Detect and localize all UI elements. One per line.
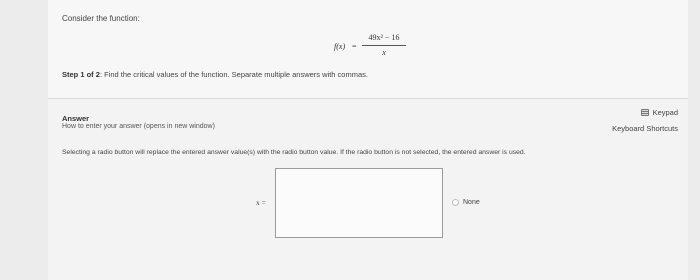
formula-equals: = (352, 42, 357, 51)
answer-label: Answer (62, 114, 90, 123)
keypad-label: Keypad (652, 108, 678, 117)
formula-numerator: 49x² − 16 (368, 33, 400, 42)
step-text: : Find the critical values of the functi… (99, 70, 368, 79)
question-card: Consider the function: f(x) = 49x² − 16 … (48, 0, 688, 99)
answer-input[interactable] (275, 168, 443, 238)
variable-label: x = (256, 198, 266, 207)
radio-notice: Selecting a radio button will replace th… (62, 149, 526, 156)
step-instruction: Step 1 of 2: Find the critical values of… (62, 70, 368, 79)
keypad-icon (640, 109, 649, 116)
none-radio-option[interactable]: None (452, 199, 480, 206)
formula-denominator: x (382, 48, 386, 57)
fraction-bar (362, 45, 406, 46)
none-radio-button[interactable] (452, 199, 459, 206)
page: Consider the function: f(x) = 49x² − 16 … (0, 0, 700, 280)
none-radio-label: None (463, 199, 480, 206)
question-intro: Consider the function: (62, 14, 140, 23)
keypad-button[interactable]: Keypad (640, 108, 678, 117)
formula-lhs: f(x) (334, 42, 346, 51)
keyboard-shortcuts-link[interactable]: Keyboard Shortcuts (612, 124, 678, 133)
answer-area: Answer How to enter your answer (opens i… (48, 99, 688, 280)
step-number: Step 1 of 2 (62, 70, 100, 79)
how-to-enter-link[interactable]: How to enter your answer (opens in new w… (62, 123, 215, 130)
